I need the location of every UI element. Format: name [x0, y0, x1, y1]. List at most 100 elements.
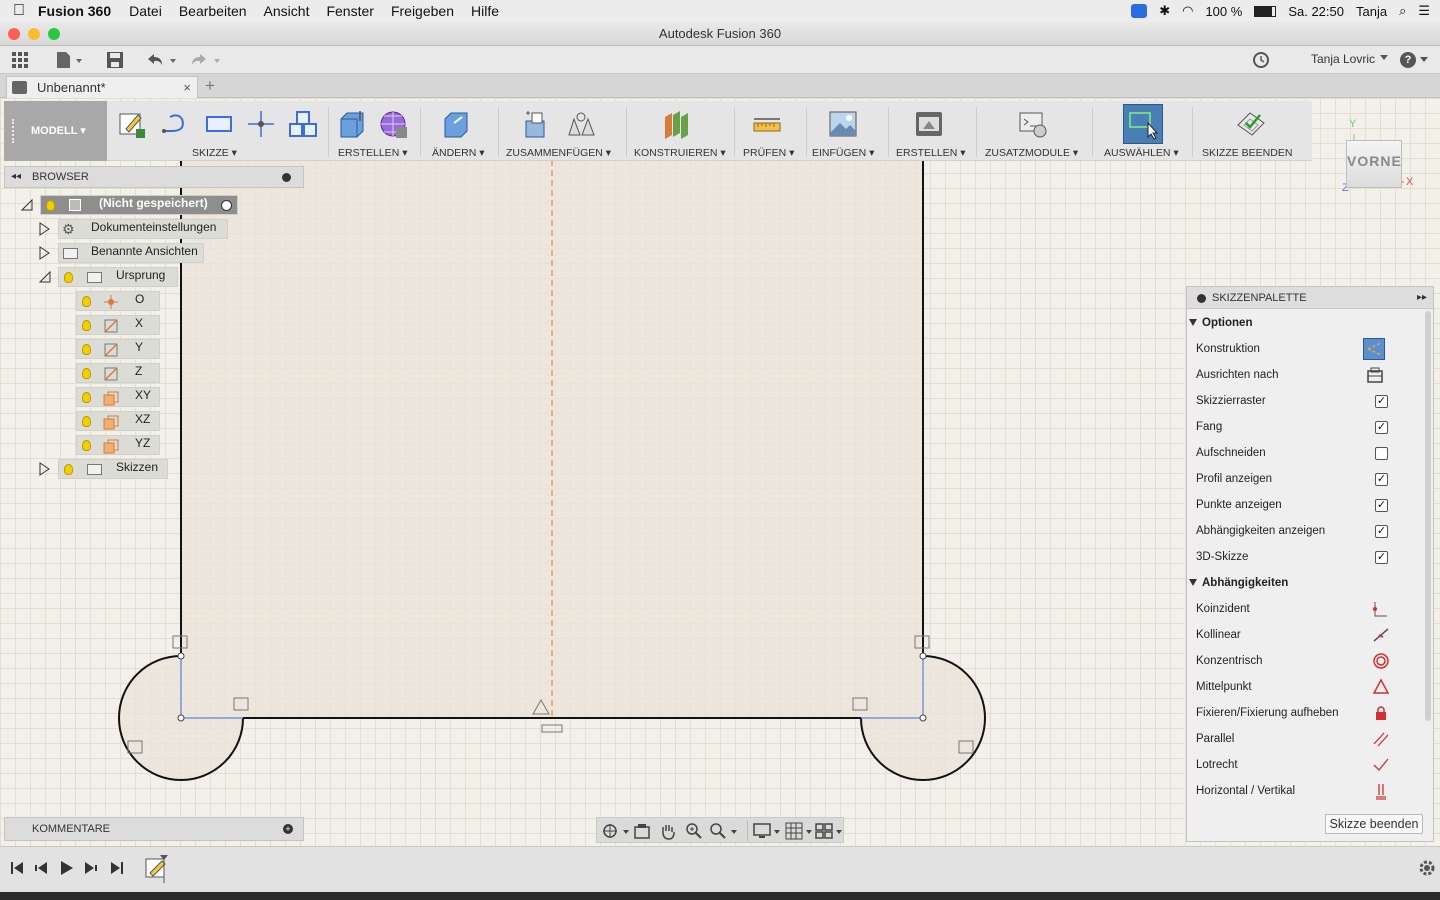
browser-item-sketches[interactable]: Skizzen — [58, 459, 168, 479]
parallel-icon[interactable] — [1371, 729, 1391, 749]
menu-ansicht[interactable]: Ansicht — [264, 3, 310, 19]
go-to-start-icon[interactable] — [10, 861, 24, 875]
scripts-addins-icon[interactable] — [1018, 109, 1048, 139]
palette-pin-icon[interactable] — [1197, 294, 1206, 303]
new-component-icon[interactable] — [520, 109, 550, 139]
go-to-end-icon[interactable] — [110, 861, 124, 875]
joint-icon[interactable] — [566, 109, 596, 139]
close-tab-icon[interactable]: × — [183, 77, 191, 99]
show-profile-checkbox[interactable]: ✓ — [1375, 473, 1388, 486]
addins-menu-label[interactable]: ZUSATZMODULE ▾ — [985, 147, 1078, 159]
visibility-bulb-icon[interactable] — [64, 272, 73, 283]
step-forward-icon[interactable] — [84, 861, 98, 875]
clock[interactable]: Sa. 22:50 — [1288, 4, 1344, 19]
menu-freigeben[interactable]: Freigeben — [391, 3, 454, 19]
visibility-bulb-icon[interactable] — [82, 416, 91, 427]
chevron-down-icon[interactable] — [1420, 57, 1428, 62]
stop-sketch-icon[interactable] — [1236, 109, 1266, 139]
measure-icon[interactable] — [752, 109, 782, 139]
3d-print-icon[interactable] — [914, 109, 944, 139]
visibility-bulb-icon[interactable] — [82, 440, 91, 451]
construction-toggle-button[interactable] — [1363, 338, 1385, 360]
browser-root-node[interactable]: (Nicht gespeichert) — [40, 195, 238, 215]
show-points-checkbox[interactable]: ✓ — [1375, 499, 1388, 512]
display-settings-icon[interactable] — [753, 822, 781, 840]
line-tool-icon[interactable] — [160, 109, 190, 139]
teamviewer-icon[interactable] — [1131, 4, 1148, 18]
origin-item-plane-yz[interactable]: YZ — [76, 435, 160, 455]
visibility-bulb-icon[interactable] — [64, 464, 73, 475]
redo-icon[interactable] — [190, 51, 224, 69]
constraint-row[interactable]: Fixieren/Fixierung aufheben — [1196, 700, 1396, 726]
user-account-menu[interactable]: Tanja Lovric — [1311, 52, 1375, 66]
apple-icon[interactable]:  — [0, 2, 38, 20]
collapse-browser-icon[interactable]: ◂◂ — [11, 167, 21, 187]
assemble-menu-label[interactable]: ZUSAMMENFÜGEN ▾ — [506, 147, 611, 159]
constraint-row[interactable]: Horizontal / Vertikal — [1196, 778, 1396, 804]
snap-checkbox[interactable]: ✓ — [1375, 421, 1388, 434]
collapsed-triangle-icon[interactable] — [38, 462, 50, 476]
sketch-menu-label[interactable]: SKIZZE ▾ — [192, 147, 237, 159]
origin-item-plane-xy[interactable]: XY — [76, 387, 160, 407]
expanded-triangle-icon[interactable] — [38, 270, 52, 284]
app-grid-icon[interactable] — [12, 51, 30, 69]
sketch-palette-header[interactable]: SKIZZENPALETTE ▸▸ — [1187, 287, 1433, 309]
step-back-icon[interactable] — [34, 861, 48, 875]
new-tab-button[interactable]: + — [205, 76, 215, 96]
coincident-icon[interactable] — [1371, 599, 1391, 619]
document-tab[interactable]: Unbenannt* × — [6, 76, 198, 98]
close-window-button[interactable] — [8, 28, 20, 40]
stop-sketch-label[interactable]: SKIZZE BEENDEN — [1202, 147, 1292, 159]
rectangle-tool-icon[interactable] — [204, 109, 234, 139]
select-menu-label[interactable]: AUSWÄHLEN ▾ — [1104, 147, 1179, 159]
collapsed-triangle-icon[interactable] — [38, 246, 50, 260]
collinear-icon[interactable] — [1371, 625, 1391, 645]
chevron-down-icon[interactable] — [1380, 55, 1388, 60]
make-menu-label[interactable]: ERSTELLEN ▾ — [896, 147, 965, 159]
create-menu-label[interactable]: ERSTELLEN ▾ — [338, 147, 407, 159]
modify-menu-label[interactable]: ÄNDERN ▾ — [432, 147, 485, 159]
undo-icon[interactable] — [146, 51, 180, 69]
insert-canvas-icon[interactable] — [828, 109, 858, 139]
visibility-bulb-icon[interactable] — [82, 320, 91, 331]
press-pull-icon[interactable] — [440, 109, 470, 139]
constraints-section-header[interactable]: Abhängigkeiten — [1189, 570, 1288, 596]
look-at-icon[interactable] — [633, 822, 651, 840]
browser-pin-icon[interactable] — [282, 173, 291, 182]
constraint-row[interactable]: Koinzident — [1196, 596, 1396, 622]
slice-checkbox[interactable] — [1375, 447, 1388, 460]
menu-hilfe[interactable]: Hilfe — [471, 3, 499, 19]
timeline-settings-gear-icon[interactable] — [1418, 859, 1436, 877]
add-comment-icon[interactable]: + — [283, 824, 293, 834]
3d-sketch-checkbox[interactable]: ✓ — [1375, 551, 1388, 564]
show-constraints-checkbox[interactable]: ✓ — [1375, 525, 1388, 538]
user-menu[interactable]: Tanja — [1356, 4, 1387, 19]
activate-radio-icon[interactable] — [221, 200, 232, 211]
sketch-grid-checkbox[interactable]: ✓ — [1375, 395, 1388, 408]
visibility-bulb-icon[interactable] — [46, 200, 55, 211]
visibility-bulb-icon[interactable] — [82, 344, 91, 355]
notification-center-icon[interactable]: ☰ — [1418, 3, 1430, 19]
battery-icon[interactable] — [1254, 5, 1277, 17]
fix-lock-icon[interactable] — [1371, 703, 1391, 723]
origin-item-axis-y[interactable]: Y — [76, 339, 160, 359]
expand-palette-icon[interactable]: ▸▸ — [1417, 287, 1427, 309]
look-at-icon[interactable] — [1365, 365, 1385, 385]
timeline-sketch-feature-icon[interactable] — [144, 853, 174, 885]
construct-menu-label[interactable]: KONSTRUIEREN ▾ — [634, 147, 726, 159]
collapsed-triangle-icon[interactable] — [38, 222, 50, 236]
constraint-row[interactable]: Kollinear — [1196, 622, 1396, 648]
comments-panel-header[interactable]: KOMMENTARE + — [4, 817, 304, 841]
extrude-icon[interactable] — [336, 109, 366, 139]
toolbar-grip-handle[interactable] — [12, 119, 14, 143]
view-cube[interactable]: VORNE — [1346, 140, 1402, 188]
menu-bearbeiten[interactable]: Bearbeiten — [179, 3, 247, 19]
inspect-menu-label[interactable]: PRÜFEN ▾ — [743, 147, 794, 159]
minimize-window-button[interactable] — [28, 28, 40, 40]
zoom-window-button[interactable] — [48, 28, 60, 40]
grid-settings-icon[interactable] — [785, 822, 813, 840]
origin-item-axis-z[interactable]: Z — [76, 363, 160, 383]
menu-datei[interactable]: Datei — [129, 3, 162, 19]
origin-item-plane-xz[interactable]: XZ — [76, 411, 160, 431]
bluetooth-icon[interactable]: ✱ — [1159, 3, 1170, 19]
